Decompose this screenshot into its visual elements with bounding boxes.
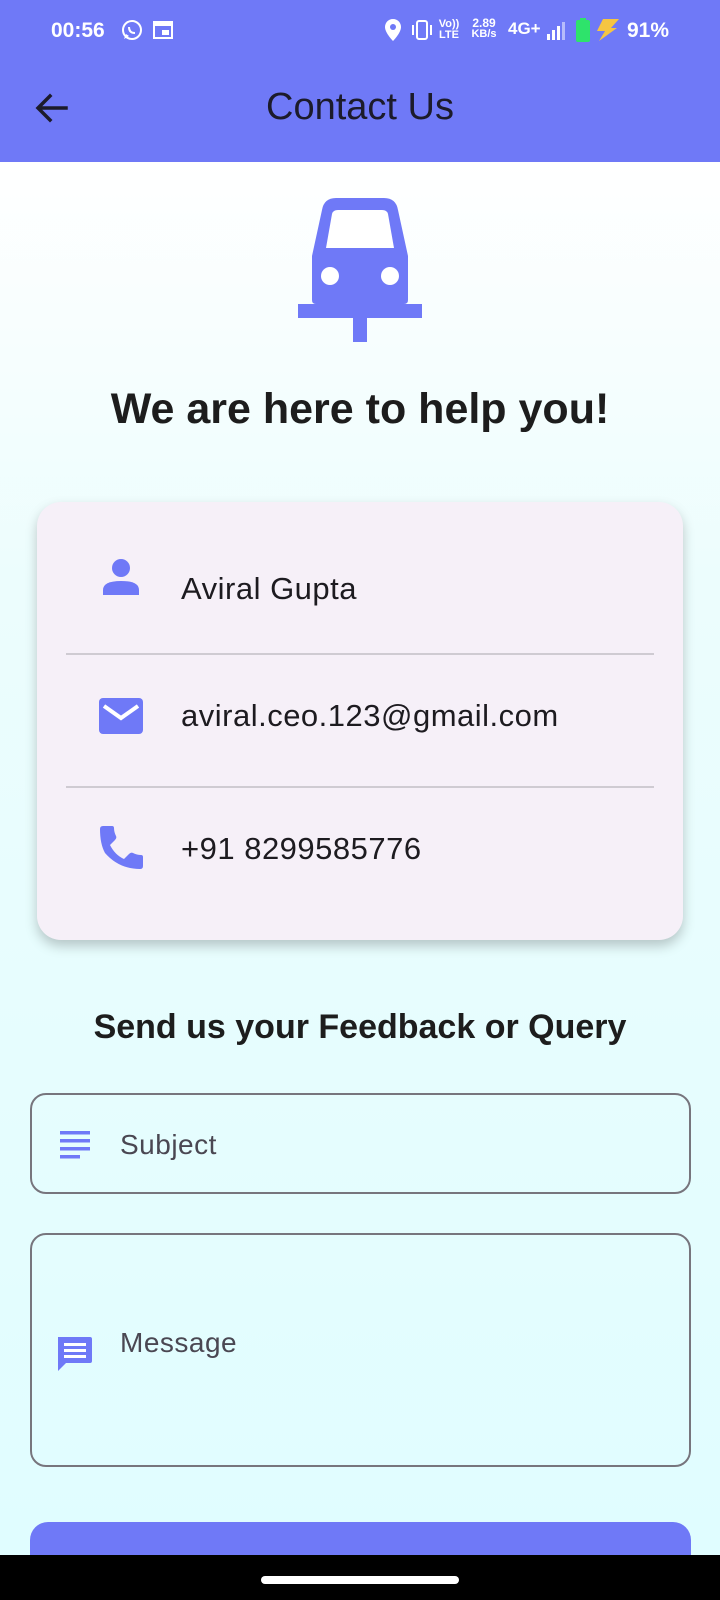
charging-icon: [597, 19, 619, 41]
data-speed: 2.89 KB/s: [466, 17, 502, 40]
contact-card: Aviral Gupta aviral.ceo.123@gmail.com +9…: [37, 502, 683, 940]
contact-phone: +91 8299585776: [181, 831, 422, 866]
subject-lines-icon: [60, 1131, 90, 1159]
volte-label-bottom: LTE: [439, 29, 459, 41]
status-time: 00:56: [51, 19, 105, 42]
page-title: Contact Us: [266, 86, 454, 128]
feedback-title: Send us your Feedback or Query: [93, 1008, 627, 1046]
message-field[interactable]: Message: [30, 1233, 691, 1467]
data-speed-unit: KB/s: [471, 28, 497, 40]
subject-placeholder: Subject: [120, 1129, 217, 1160]
contact-name-row: Aviral Gupta: [37, 512, 683, 642]
app-bar: 00:56 Vo)) LTE 2.89 KB/s 4G+ 91% Contact…: [0, 0, 720, 162]
calendar-icon: [153, 21, 173, 39]
navigation-bar: [0, 1555, 720, 1600]
contact-name: Aviral Gupta: [181, 571, 358, 606]
location-icon: [385, 19, 401, 41]
signal-icon: [547, 22, 565, 40]
vibrate-icon: [412, 20, 432, 40]
battery-icon: [576, 18, 590, 42]
phone-icon: [100, 826, 143, 869]
status-bar: 00:56 Vo)) LTE 2.89 KB/s 4G+ 91%: [0, 0, 720, 62]
contact-email: aviral.ceo.123@gmail.com: [181, 698, 559, 733]
message-icon: [58, 1337, 92, 1371]
volte-indicator: Vo)) LTE: [437, 19, 461, 41]
home-gesture-handle[interactable]: [261, 1576, 459, 1584]
whatsapp-icon: [122, 20, 142, 40]
subject-field[interactable]: Subject: [30, 1093, 691, 1194]
person-icon: [103, 559, 139, 595]
car-lift-logo-icon: [298, 198, 422, 342]
mail-icon: [99, 698, 143, 734]
battery-percent: 91%: [627, 19, 670, 42]
headline: We are here to help you!: [110, 385, 610, 433]
contact-phone-row[interactable]: +91 8299585776: [37, 788, 683, 918]
message-placeholder: Message: [120, 1327, 238, 1358]
contact-email-row[interactable]: aviral.ceo.123@gmail.com: [37, 655, 683, 785]
network-type: 4G+: [508, 19, 541, 38]
